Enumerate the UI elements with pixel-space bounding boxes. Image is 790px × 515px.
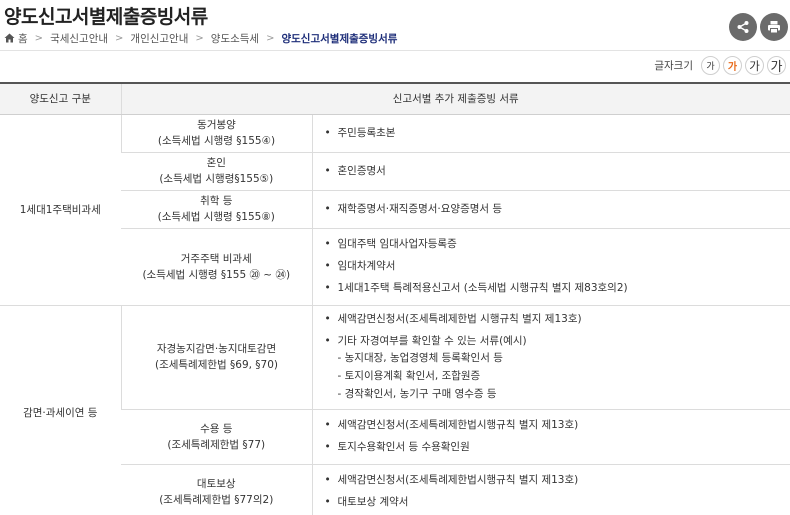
- type-law: (조세특례제한법 §69, §70): [154, 359, 279, 371]
- category-cell: 감면·과세이연 등: [0, 305, 121, 515]
- doc-item: 재학증명서·재직증명서·요양증명서 등: [323, 202, 790, 217]
- docs-cell: 주민등록초본: [311, 114, 790, 153]
- docs-cell: 세액감면신청서(조세특례제한법시행규칙 별지 제13호) 대토보상 계약서: [311, 464, 790, 515]
- type-law: (소득세법 시행령§155⑤): [159, 173, 274, 185]
- chevron-right-icon: >: [266, 32, 275, 44]
- type-name: 혼인: [206, 157, 226, 169]
- type-name: 취학 등: [200, 195, 233, 207]
- font-size-button-2[interactable]: 가: [723, 56, 742, 75]
- font-size-button-1[interactable]: 가: [701, 56, 720, 75]
- font-size-control: 글자크기 가 가 가 가: [654, 56, 786, 75]
- font-size-label: 글자크기: [654, 60, 693, 72]
- share-button[interactable]: [729, 13, 757, 41]
- font-size-button-4[interactable]: 가: [767, 56, 786, 75]
- type-cell: 취학 등 (소득세법 시행령 §155⑧): [121, 190, 312, 229]
- font-size-button-3[interactable]: 가: [745, 56, 764, 75]
- type-name: 동거봉양: [197, 119, 236, 131]
- type-law: (조세특례제한법 §77): [167, 438, 266, 451]
- type-name: 거주주택 비과세: [180, 252, 252, 265]
- type-name: 수용 등: [200, 422, 233, 435]
- doc-item: 주민등록초본: [323, 126, 790, 141]
- print-button[interactable]: [760, 13, 788, 41]
- header-category: 양도신고 구분: [0, 82, 121, 115]
- type-name: 자경농지감면·농지대토감면: [156, 343, 277, 355]
- page-title: 양도신고서별제출증빙서류: [4, 6, 208, 28]
- table-row: 1세대1주택비과세 동거봉양 (소득세법 시행령 §155④) 주민등록초본: [0, 114, 790, 306]
- type-law: (소득세법 시행령 §155 ⑳ ~ ㉔): [142, 268, 291, 281]
- type-cell: 자경농지감면·농지대토감면 (조세특례제한법 §69, §70): [120, 305, 312, 410]
- doc-item: 토지수용확인서 등 수용확인원: [323, 440, 790, 455]
- docs-cell: 임대주택 임대사업자등록증 임대차계약서 1세대1주택 특례적용신고서 (소득세…: [311, 228, 790, 306]
- type-law: (소득세법 시행령 §155④): [157, 135, 276, 147]
- doc-item: 세액감면신청서(조세특례제한법시행규칙 별지 제13호): [323, 418, 790, 433]
- table-header-row: 양도신고 구분 신고서별 추가 제출증빙 서류: [0, 82, 790, 115]
- doc-item: 대토보상 계약서: [323, 495, 790, 510]
- doc-item: 임대주택 임대사업자등록증: [323, 237, 790, 252]
- chevron-right-icon: >: [195, 32, 204, 44]
- breadcrumb-home[interactable]: 홈: [18, 31, 28, 46]
- header-divider: [0, 50, 790, 51]
- doc-item: 세액감면신청서(조세특례제한법시행규칙 별지 제13호): [323, 473, 790, 488]
- doc-sub-item: - 경작확인서, 농기구 구매 영수증 등: [337, 387, 497, 400]
- docs-cell: 세액감면신청서(조세특례제한법 시행규칙 별지 제13호) 기타 자경여부를 확…: [311, 305, 790, 410]
- table-row: 감면·과세이연 등 자경농지감면·농지대토감면 (조세특례제한법 §69, §7…: [0, 305, 790, 515]
- print-icon: [768, 21, 780, 34]
- doc-item: 세액감면신청서(조세특례제한법 시행규칙 별지 제13호): [323, 312, 790, 327]
- header-documents: 신고서별 추가 제출증빙 서류: [120, 82, 790, 115]
- breadcrumb-item[interactable]: 개인신고안내: [130, 31, 188, 46]
- doc-item: 기타 자경여부를 확인할 수 있는 서류(예시): [323, 334, 790, 349]
- type-cell: 수용 등 (조세특례제한법 §77): [121, 409, 312, 465]
- doc-item: 임대차계약서: [323, 259, 790, 274]
- docs-cell: 혼인증명서: [311, 152, 790, 191]
- doc-item: 혼인증명서: [323, 164, 790, 179]
- type-cell: 대토보상 (조세특례제한법 §77의2): [121, 464, 312, 515]
- breadcrumb-item[interactable]: 양도소득세: [211, 31, 259, 46]
- type-name: 대토보상: [196, 477, 236, 490]
- chevron-right-icon: >: [34, 32, 44, 44]
- docs-cell: 세액감면신청서(조세특례제한법시행규칙 별지 제13호) 토지수용확인서 등 수…: [311, 409, 790, 465]
- type-cell: 동거봉양 (소득세법 시행령 §155④): [120, 114, 312, 153]
- doc-sub-item: - 농지대장, 농업경영체 등록확인서 등: [337, 351, 503, 364]
- doc-item: 1세대1주택 특례적용신고서 (소득세법 시행규칙 별지 제83호의2): [323, 281, 790, 296]
- share-icon: [737, 21, 749, 33]
- chevron-right-icon: >: [115, 32, 124, 44]
- document-table: 양도신고 구분 신고서별 추가 제출증빙 서류 1세대1주택비과세 동거봉양 (…: [0, 82, 790, 515]
- home-icon: [4, 33, 15, 43]
- type-cell: 혼인 (소득세법 시행령§155⑤): [121, 152, 312, 191]
- type-law: (조세특례제한법 §77의2): [159, 493, 274, 506]
- breadcrumb-item[interactable]: 국세신고안내: [50, 31, 108, 46]
- docs-cell: 재학증명서·재직증명서·요양증명서 등: [311, 190, 790, 229]
- category-cell: 1세대1주택비과세: [0, 114, 121, 306]
- doc-sub-item: - 토지이용계획 확인서, 조합원증: [337, 369, 481, 382]
- doc-sub-list: - 농지대장, 농업경영체 등록확인서 등 - 토지이용계획 확인서, 조합원증…: [323, 349, 790, 403]
- breadcrumb: 홈 > 국세신고안내 > 개인신고안내 > 양도소득세 > 양도신고서별제출증빙…: [4, 31, 397, 45]
- breadcrumb-current[interactable]: 양도신고서별제출증빙서류: [281, 31, 397, 46]
- type-cell: 거주주택 비과세 (소득세법 시행령 §155 ⑳ ~ ㉔): [121, 228, 312, 306]
- type-law: (소득세법 시행령 §155⑧): [157, 211, 275, 223]
